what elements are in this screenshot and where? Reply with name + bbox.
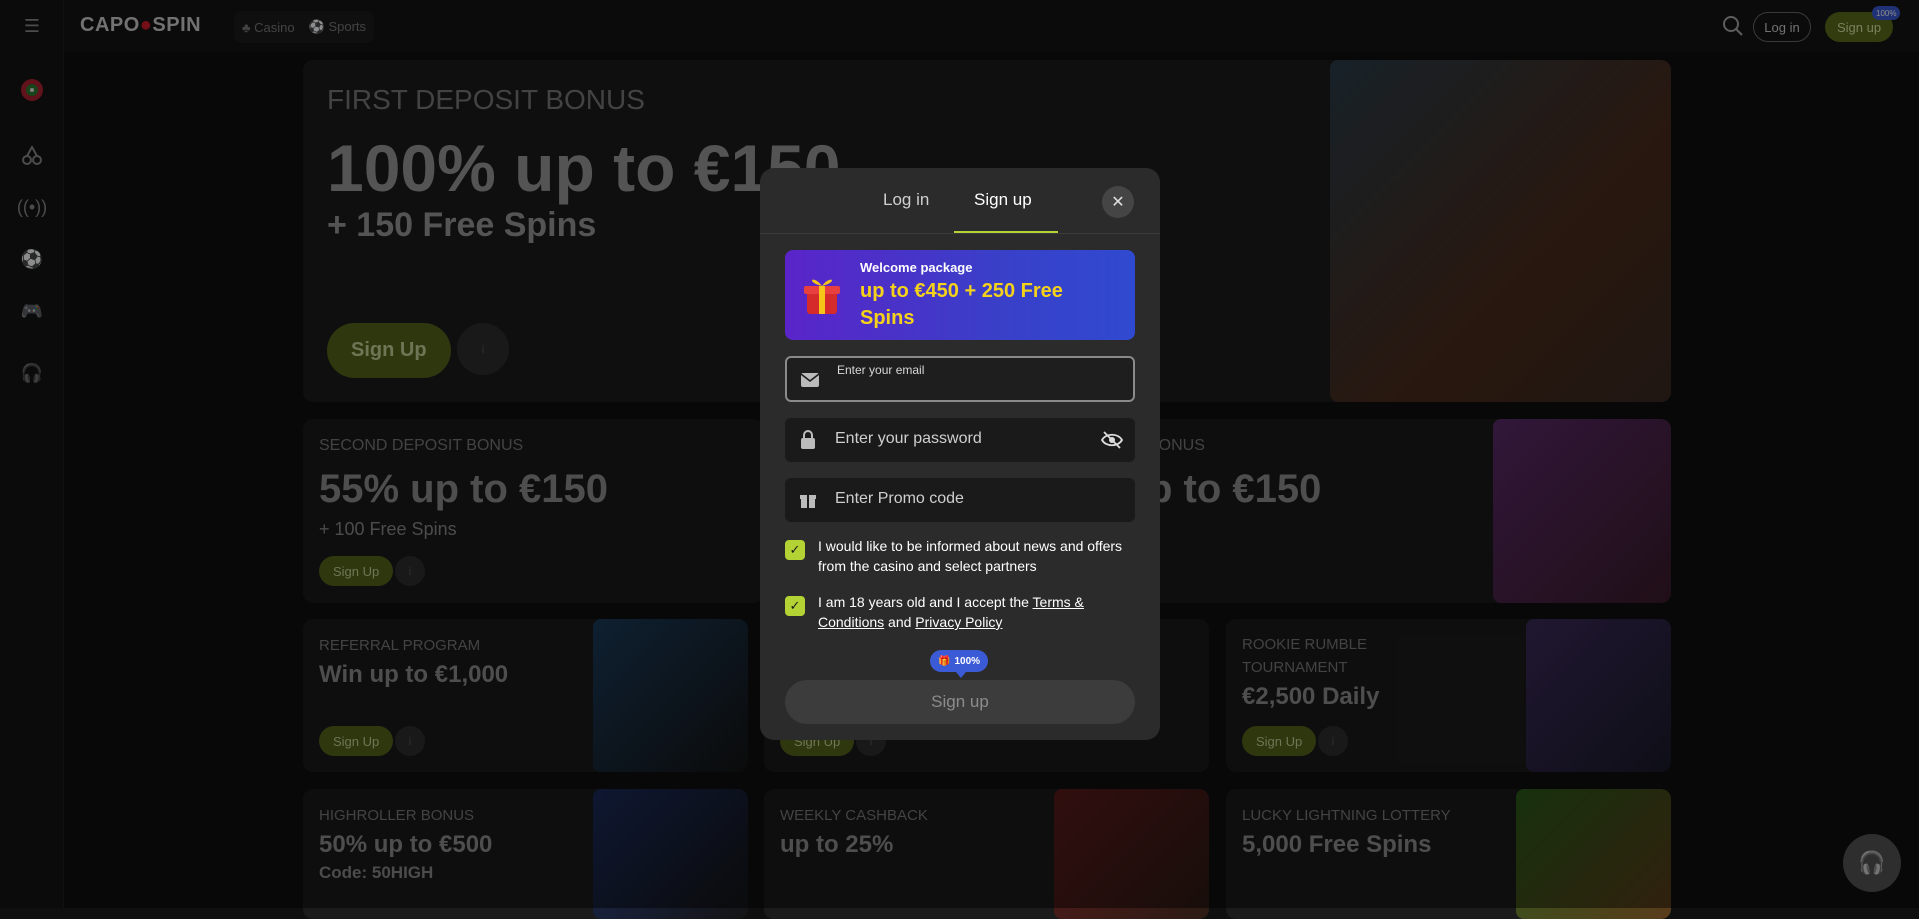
promo-code-field[interactable]: Enter Promo code bbox=[785, 478, 1135, 522]
signup-submit-button[interactable]: Sign up bbox=[785, 680, 1135, 724]
consent-news-row: ✓ I would like to be informed about news… bbox=[785, 536, 1135, 580]
gift-badge-icon: 🎁 bbox=[938, 655, 951, 667]
gift-small-icon bbox=[797, 489, 819, 511]
bonus-percent-badge: 🎁 100% bbox=[930, 650, 989, 678]
tab-signup[interactable]: Sign up bbox=[974, 190, 1032, 210]
bonus-percent-text: 100% bbox=[954, 655, 981, 667]
support-headset-icon[interactable]: 🎧 bbox=[1843, 834, 1901, 892]
consent-age-checkbox[interactable]: ✓ bbox=[785, 596, 805, 616]
consent-news-text: I would like to be informed about news a… bbox=[818, 538, 1123, 574]
consent-age-row: ✓ I am 18 years old and I accept the Ter… bbox=[785, 592, 1135, 636]
consent-and: and bbox=[884, 614, 916, 630]
welcome-value: up to €450 + 250 Free Spins bbox=[860, 280, 1063, 329]
tab-active-indicator bbox=[954, 231, 1058, 233]
mail-icon bbox=[799, 369, 821, 391]
consent-age-text: I am 18 years old and I accept the Terms… bbox=[818, 592, 1128, 632]
privacy-link[interactable]: Privacy Policy bbox=[915, 614, 1002, 630]
modal-tabs: Log in Sign up ✕ bbox=[760, 168, 1160, 234]
promo-placeholder: Enter Promo code bbox=[835, 490, 964, 507]
consent-news-checkbox[interactable]: ✓ bbox=[785, 540, 805, 560]
consent-age-prefix: I am 18 years old and I accept the bbox=[818, 594, 1033, 610]
close-icon[interactable]: ✕ bbox=[1102, 186, 1134, 218]
gift-icon bbox=[799, 272, 845, 318]
signup-modal: Log in Sign up ✕ Welcome package up to €… bbox=[760, 168, 1160, 740]
tab-login[interactable]: Log in bbox=[883, 190, 929, 210]
email-placeholder: Enter your email bbox=[837, 363, 925, 377]
password-field[interactable]: Enter your password bbox=[785, 418, 1135, 462]
lock-icon bbox=[797, 429, 819, 451]
welcome-label: Welcome package bbox=[860, 260, 973, 275]
welcome-package-banner: Welcome package up to €450 + 250 Free Sp… bbox=[785, 250, 1135, 340]
password-placeholder: Enter your password bbox=[835, 430, 982, 447]
eye-hidden-icon[interactable] bbox=[1101, 429, 1123, 451]
email-field[interactable]: Enter your email bbox=[785, 356, 1135, 402]
